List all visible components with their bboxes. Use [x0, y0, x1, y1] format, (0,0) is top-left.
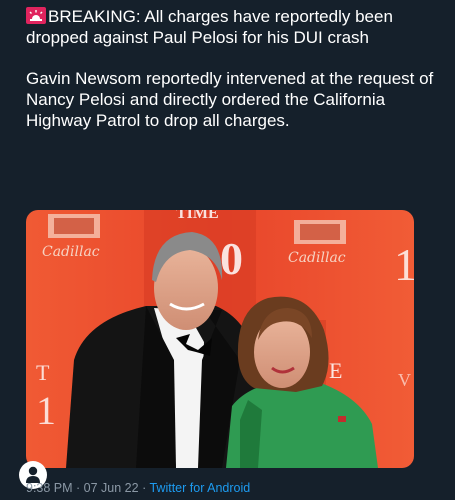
cadillac-wordmark-left: Cadillac: [42, 244, 100, 260]
tweet-photo[interactable]: Cadillac Cadillac TIME 0 1 T 1 E V: [26, 210, 414, 468]
meta-separator: ·: [138, 481, 150, 495]
rotating-light-icon: [26, 7, 46, 24]
tweet-source-link[interactable]: Twitter for Android: [149, 481, 250, 495]
svg-text:T: T: [36, 360, 50, 385]
svg-text:V: V: [398, 370, 411, 390]
cadillac-wordmark-right: Cadillac: [288, 250, 346, 266]
tweet-time[interactable]: 9:38 PM: [26, 481, 73, 495]
tweet-text: BREAKING: All charges have reportedly be…: [26, 6, 436, 131]
meta-separator: ·: [72, 481, 84, 495]
tweet-paragraph-details: Gavin Newsom reportedly intervened at th…: [26, 69, 434, 130]
svg-text:1: 1: [394, 239, 414, 290]
time-magazine-text: TIME: [176, 210, 219, 222]
svg-text:0: 0: [220, 233, 243, 284]
breaking-text: BREAKING: All charges have reportedly be…: [26, 7, 393, 47]
svg-text:1: 1: [36, 388, 56, 433]
cadillac-logo-right: Cadillac: [288, 220, 346, 266]
tweet-date[interactable]: 07 Jun 22: [84, 481, 139, 495]
svg-text:E: E: [329, 358, 342, 383]
tweet-meta: 9:38 PM · 07 Jun 22 · Twitter for Androi…: [26, 481, 250, 495]
cadillac-logo-left: Cadillac: [42, 214, 100, 260]
tweet-paragraph-breaking: BREAKING: All charges have reportedly be…: [26, 6, 436, 48]
